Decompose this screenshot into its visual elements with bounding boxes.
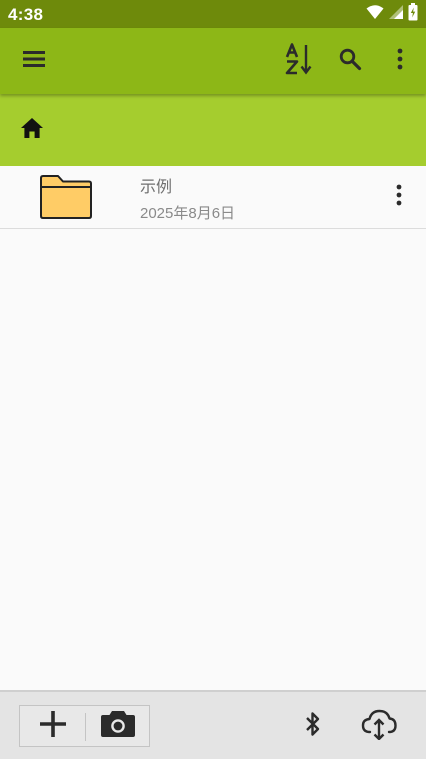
list-item[interactable]: 示例 2025年8月6日 bbox=[0, 166, 426, 229]
overflow-menu-button[interactable] bbox=[376, 37, 424, 85]
camera-button[interactable] bbox=[86, 706, 149, 746]
bottom-action-bar bbox=[0, 690, 426, 759]
status-icons bbox=[366, 2, 418, 26]
item-name: 示例 bbox=[140, 179, 173, 196]
sort-az-icon bbox=[284, 42, 314, 80]
battery-icon bbox=[408, 2, 418, 26]
breadcrumb-home[interactable] bbox=[14, 112, 50, 148]
wifi-icon bbox=[366, 4, 384, 25]
item-date: 2025年8月6日 bbox=[140, 205, 236, 222]
file-list: 示例 2025年8月6日 bbox=[0, 166, 426, 229]
camera-icon bbox=[100, 710, 136, 743]
add-icon bbox=[38, 709, 68, 744]
cloud-sync-icon bbox=[360, 708, 398, 745]
add-button[interactable] bbox=[20, 706, 85, 746]
breadcrumb bbox=[0, 94, 426, 166]
signal-icon bbox=[388, 4, 404, 25]
app-toolbar bbox=[0, 28, 426, 94]
menu-button[interactable] bbox=[10, 37, 58, 85]
more-vert-icon bbox=[395, 184, 403, 211]
sort-button[interactable] bbox=[275, 37, 323, 85]
home-icon bbox=[20, 117, 44, 144]
status-time: 4:38 bbox=[8, 5, 44, 24]
create-button-group bbox=[19, 705, 150, 747]
bluetooth-button[interactable] bbox=[295, 702, 331, 750]
item-menu-button[interactable] bbox=[382, 180, 416, 214]
folder-icon bbox=[38, 174, 94, 220]
status-bar: 4:38 bbox=[0, 0, 426, 28]
menu-icon bbox=[22, 49, 46, 74]
search-icon bbox=[338, 47, 362, 76]
cloud-sync-button[interactable] bbox=[355, 702, 403, 750]
more-vert-icon bbox=[396, 48, 404, 75]
search-button[interactable] bbox=[326, 37, 374, 85]
bluetooth-icon bbox=[304, 710, 322, 743]
